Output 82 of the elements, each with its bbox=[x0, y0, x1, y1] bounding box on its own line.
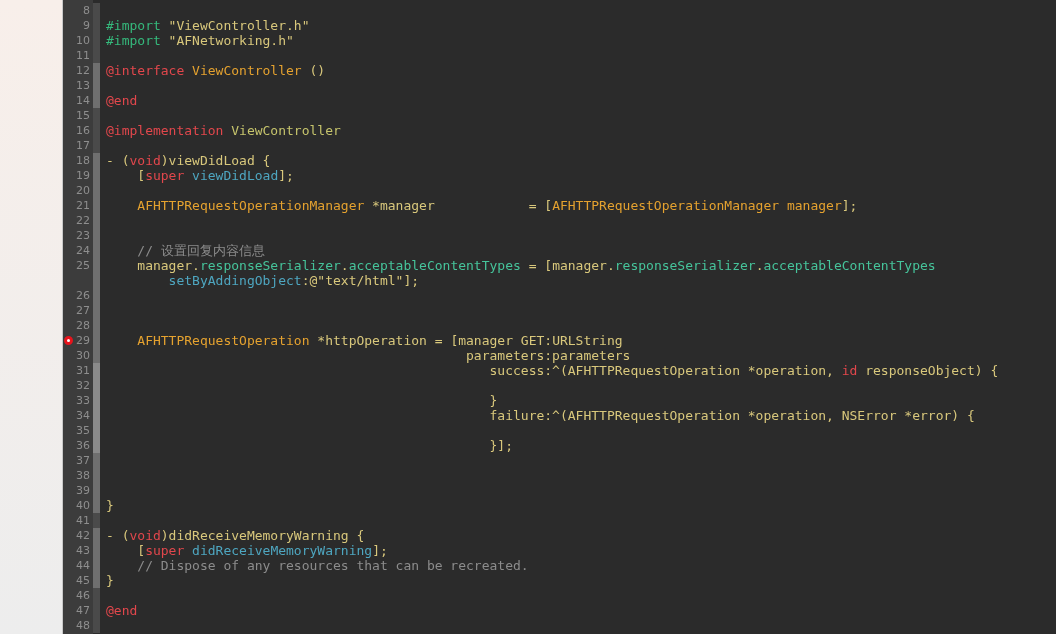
line-number: 15 bbox=[76, 108, 91, 123]
line-number: 44 bbox=[76, 558, 91, 573]
fold-ribbon-segment[interactable] bbox=[93, 3, 100, 18]
line-number: 42 bbox=[76, 528, 91, 543]
line-number: 41 bbox=[76, 513, 91, 528]
code-line: @end bbox=[105, 93, 138, 108]
fold-ribbon-segment[interactable] bbox=[93, 108, 100, 123]
line-number: 34 bbox=[76, 408, 91, 423]
code-line: } bbox=[105, 573, 114, 588]
fold-ribbon-segment[interactable] bbox=[93, 513, 100, 528]
code-line: @implementation ViewController bbox=[105, 123, 341, 138]
line-number: 47 bbox=[76, 603, 91, 618]
line-number: 24 bbox=[76, 243, 91, 258]
line-number: 32 bbox=[76, 378, 91, 393]
code-line: success:^(AFHTTPRequestOperation *operation, id responseObject) { bbox=[488, 363, 999, 378]
line-number: 48 bbox=[76, 618, 91, 633]
line-number: 36 bbox=[76, 438, 91, 453]
line-number: 14 bbox=[76, 93, 91, 108]
code-line: parameters:parameters bbox=[465, 348, 631, 363]
line-number: 28 bbox=[76, 318, 91, 333]
line-number: 8 bbox=[83, 3, 91, 18]
line-number: 31 bbox=[76, 363, 91, 378]
line-number: 30 bbox=[76, 348, 91, 363]
line-number: 12 bbox=[76, 63, 91, 78]
line-number: 19 bbox=[76, 168, 91, 183]
line-number: 39 bbox=[76, 483, 91, 498]
code-line: @end bbox=[105, 603, 138, 618]
line-number: 23 bbox=[76, 228, 91, 243]
line-number: 26 bbox=[76, 288, 91, 303]
line-number: 10 bbox=[76, 33, 91, 48]
code-line: // Dispose of any resources that can be recreated. bbox=[136, 558, 529, 573]
line-number: 17 bbox=[76, 138, 91, 153]
code-line: AFHTTPRequestOperationManager *manager = [AFHTTPRequestOperationManager manager]; bbox=[136, 198, 858, 213]
breakpoint-icon[interactable] bbox=[64, 336, 73, 345]
line-number: 13 bbox=[76, 78, 91, 93]
line-number: 9 bbox=[83, 18, 91, 33]
fold-ribbon-segment[interactable] bbox=[93, 588, 100, 603]
code-line: - (void)didReceiveMemoryWarning { bbox=[105, 528, 365, 543]
line-number: 16 bbox=[76, 123, 91, 138]
fold-ribbon-segment[interactable] bbox=[93, 618, 100, 633]
fold-ribbon-segment[interactable] bbox=[93, 138, 100, 153]
code-line: } bbox=[105, 498, 114, 513]
line-number: 46 bbox=[76, 588, 91, 603]
fold-ribbon-segment[interactable] bbox=[93, 348, 100, 363]
code-line: }]; bbox=[488, 438, 513, 453]
line-number: 18 bbox=[76, 153, 91, 168]
line-number: 29 bbox=[76, 333, 91, 348]
fold-ribbon-segment[interactable] bbox=[93, 363, 100, 378]
fold-ribbon-segment[interactable] bbox=[93, 573, 100, 588]
line-number: 22 bbox=[76, 213, 91, 228]
code-line: [super didReceiveMemoryWarning]; bbox=[136, 543, 388, 558]
fold-ribbon-segment[interactable] bbox=[93, 48, 100, 63]
line-number: 45 bbox=[76, 573, 91, 588]
line-number: 20 bbox=[76, 183, 91, 198]
line-number: 33 bbox=[76, 393, 91, 408]
fold-ribbon-segment[interactable] bbox=[93, 438, 100, 453]
code-line: setByAddingObject:@"text/html"]; bbox=[167, 273, 420, 288]
code-line: @interface ViewController () bbox=[105, 63, 326, 78]
line-number: 37 bbox=[76, 453, 91, 468]
code-line: failure:^(AFHTTPRequestOperation *operation, NSError *error) { bbox=[488, 408, 975, 423]
code-line: - (void)viewDidLoad { bbox=[105, 153, 271, 168]
line-number: 25 bbox=[76, 258, 91, 273]
line-number: 35 bbox=[76, 423, 91, 438]
fold-ribbon-segment[interactable] bbox=[93, 63, 100, 78]
code-line: // 设置回复内容信息 bbox=[136, 243, 265, 258]
line-number: 38 bbox=[76, 468, 91, 483]
code-line: AFHTTPRequestOperation *httpOperation = [manager GET:URLString bbox=[136, 333, 623, 348]
line-number: 43 bbox=[76, 543, 91, 558]
code-line: #import "AFNetworking.h" bbox=[105, 33, 294, 48]
line-number: 11 bbox=[76, 48, 91, 63]
line-number: 27 bbox=[76, 303, 91, 318]
code-line: #import "ViewController.h" bbox=[105, 18, 310, 33]
line-number: 21 bbox=[76, 198, 91, 213]
code-line: [super viewDidLoad]; bbox=[136, 168, 294, 183]
fold-ribbon-segment[interactable] bbox=[93, 153, 100, 168]
fold-ribbon-segment[interactable] bbox=[93, 528, 100, 543]
fold-ribbon-segment[interactable] bbox=[93, 93, 100, 108]
code-line: manager.responseSerializer.acceptableContentTypes = [manager.responseSerializer.acceptableContentTypes bbox=[136, 258, 936, 273]
fold-ribbon-segment[interactable] bbox=[93, 453, 100, 468]
line-number: 40 bbox=[76, 498, 91, 513]
code-line: } bbox=[488, 393, 498, 408]
fold-ribbon-segment[interactable] bbox=[93, 498, 100, 513]
